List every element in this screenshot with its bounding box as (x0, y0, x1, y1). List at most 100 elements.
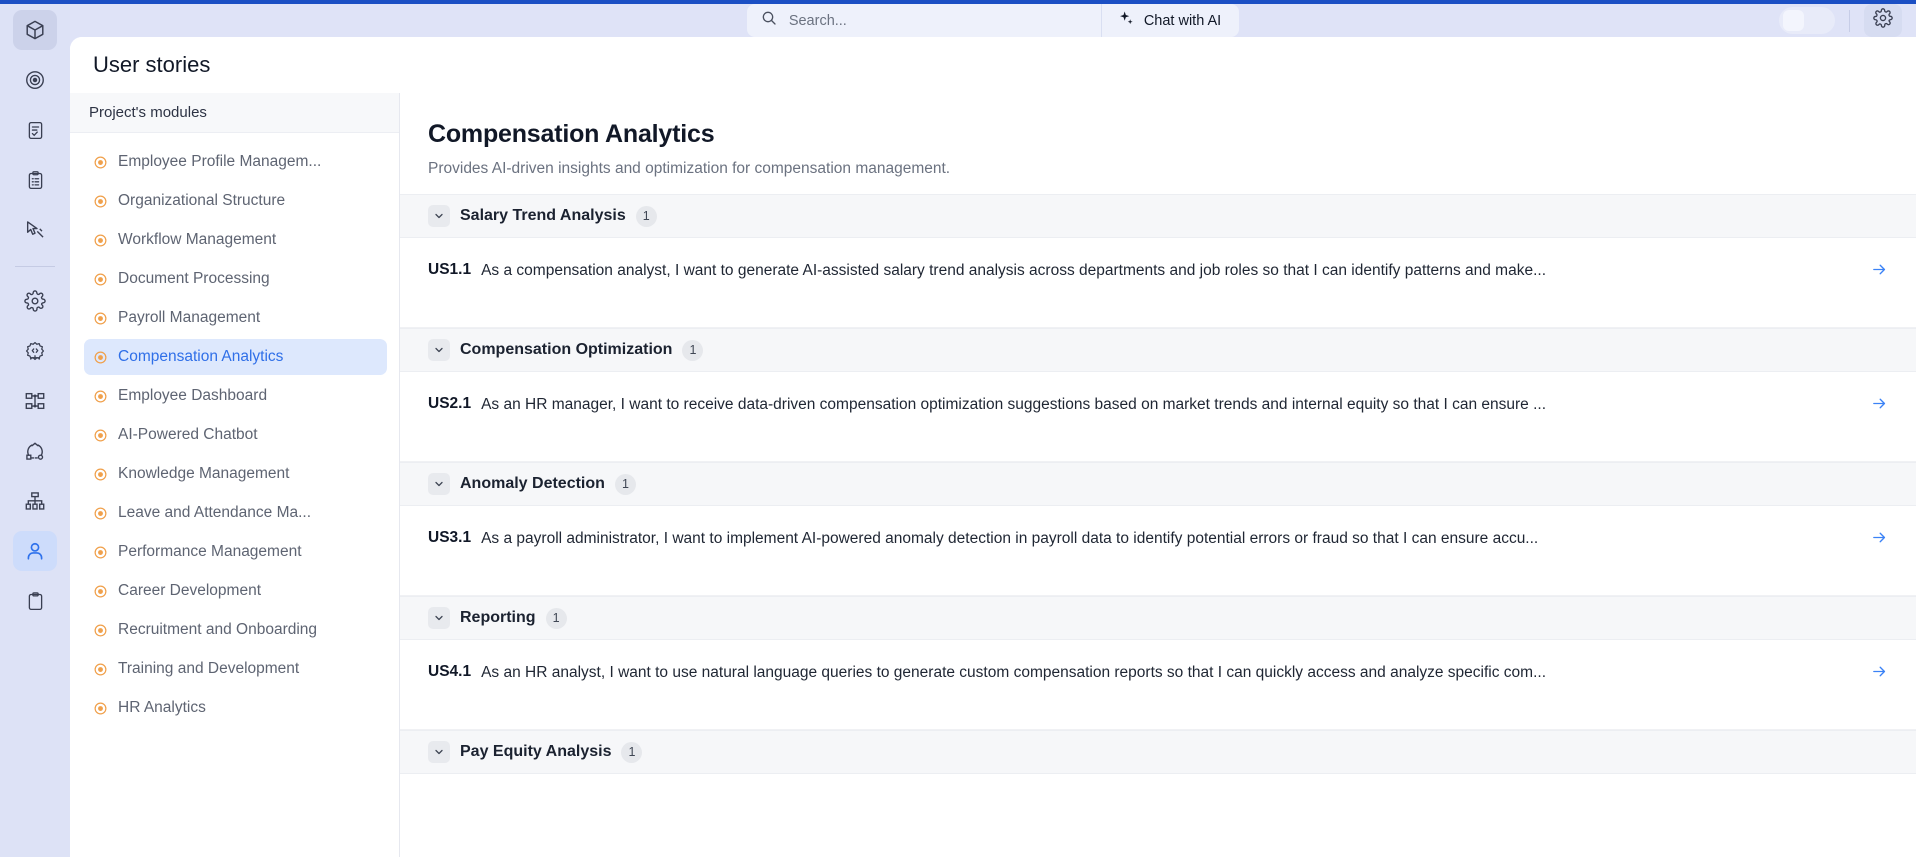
top-accent-strip (0, 0, 1916, 4)
flow-diagram-icon (24, 390, 46, 412)
module-dot-icon (94, 585, 107, 598)
story-id: US4.1 (428, 663, 472, 680)
module-list-item[interactable]: Employee Dashboard (84, 378, 387, 414)
cursor-design-icon (24, 219, 46, 241)
module-dot-icon (94, 429, 107, 442)
theme-toggle[interactable] (1779, 7, 1835, 34)
module-list-item[interactable]: Leave and Attendance Ma... (84, 495, 387, 531)
module-list-item[interactable]: Workflow Management (84, 222, 387, 258)
icon-rail (0, 0, 70, 857)
story-group-header[interactable]: Salary Trend Analysis 1 (400, 194, 1916, 238)
story-group-name: Compensation Optimization (460, 341, 673, 358)
rail-item-clipboard[interactable] (13, 581, 57, 621)
module-dot-icon (94, 351, 107, 364)
module-list-item[interactable]: Performance Management (84, 534, 387, 570)
module-title: Compensation Analytics (428, 120, 715, 148)
module-item-label: Document Processing (118, 270, 270, 287)
rail-item-requirements[interactable] (13, 110, 57, 150)
module-item-label: AI-Powered Chatbot (118, 426, 258, 443)
module-dot-icon (94, 273, 107, 286)
arrow-right-icon[interactable] (1871, 394, 1888, 417)
module-item-label: Compensation Analytics (118, 348, 284, 365)
module-dot-icon (94, 234, 107, 247)
module-dot-icon (94, 663, 107, 676)
story-row[interactable]: US2.1 As an HR manager, I want to receive… (400, 372, 1916, 462)
rail-item-target[interactable] (13, 60, 57, 100)
module-list-item[interactable]: Organizational Structure (84, 183, 387, 219)
story-text: As a compensation analyst, I want to gen… (481, 262, 1546, 279)
chevron-down-icon[interactable] (428, 741, 450, 763)
clipboard-list-icon (25, 170, 46, 191)
module-list-item[interactable]: Recruitment and Onboarding (84, 612, 387, 648)
story-id: US3.1 (428, 529, 472, 546)
module-dot-icon (94, 195, 107, 208)
story-group-name: Salary Trend Analysis (460, 207, 626, 224)
page-title-bar: User stories (70, 37, 1916, 93)
rail-item-settings[interactable] (13, 281, 57, 321)
story-count-badge: 1 (682, 339, 704, 361)
gear-icon (24, 290, 46, 312)
top-bar-right-controls (1779, 4, 1902, 37)
chevron-down-icon[interactable] (428, 607, 450, 629)
module-list-item[interactable]: Payroll Management (84, 300, 387, 336)
story-group-header[interactable]: Compensation Optimization 1 (400, 328, 1916, 372)
chat-with-ai-button[interactable]: Chat with AI (1102, 4, 1239, 37)
module-dot-icon (94, 390, 107, 403)
rail-item-hierarchy[interactable] (13, 481, 57, 521)
hierarchy-icon (24, 490, 46, 512)
search-box[interactable] (747, 4, 1102, 37)
module-dot-icon (94, 546, 107, 559)
story-group-header[interactable]: Pay Equity Analysis 1 (400, 730, 1916, 774)
module-list-item[interactable]: HR Analytics (84, 690, 387, 726)
state-machine-icon (24, 440, 46, 462)
story-group-header[interactable]: Anomaly Detection 1 (400, 462, 1916, 506)
module-item-label: Recruitment and Onboarding (118, 621, 318, 638)
story-group-name: Anomaly Detection (460, 475, 605, 492)
rail-item-design[interactable] (13, 210, 57, 250)
module-dot-icon (94, 312, 107, 325)
modules-list[interactable]: Employee Profile Managem... Organizationa… (70, 133, 399, 857)
module-dot-icon (94, 702, 107, 715)
module-list-item[interactable]: Career Development (84, 573, 387, 609)
story-group-name: Reporting (460, 609, 536, 626)
story-row[interactable]: US1.1 As a compensation analyst, I want t… (400, 238, 1916, 328)
arrow-right-icon[interactable] (1871, 662, 1888, 685)
top-bar: Chat with AI (70, 4, 1916, 37)
story-id: US2.1 (428, 395, 472, 412)
modules-panel: Project's modules Employee Profile Manag… (70, 93, 400, 857)
story-row[interactable]: US3.1 As a payroll administrator, I want … (400, 506, 1916, 596)
rail-item-clipboard-list[interactable] (13, 160, 57, 200)
module-item-label: Knowledge Management (118, 465, 290, 482)
chevron-down-icon[interactable] (428, 473, 450, 495)
modules-panel-header: Project's modules (70, 93, 399, 133)
rail-item-flow-diagram[interactable] (13, 381, 57, 421)
rail-item-user-stories[interactable] (13, 531, 57, 571)
module-list-item[interactable]: Compensation Analytics (84, 339, 387, 375)
rail-item-state-machine[interactable] (13, 431, 57, 471)
stories-pane[interactable]: Compensation Analytics Provides AI-drive… (400, 93, 1916, 857)
module-list-item[interactable]: Knowledge Management (84, 456, 387, 492)
story-row[interactable]: US4.1 As an HR analyst, I want to use nat… (400, 640, 1916, 730)
page-title: User stories (93, 52, 211, 77)
module-list-item[interactable]: Employee Profile Managem... (84, 144, 387, 180)
story-group-header[interactable]: Reporting 1 (400, 596, 1916, 640)
rail-item-code-node[interactable] (13, 331, 57, 371)
module-list-item[interactable]: Training and Development (84, 651, 387, 687)
rail-divider (15, 266, 55, 267)
module-item-label: Workflow Management (118, 231, 277, 248)
chevron-down-icon[interactable] (428, 339, 450, 361)
module-list-item[interactable]: Document Processing (84, 261, 387, 297)
arrow-right-icon[interactable] (1871, 528, 1888, 551)
module-dot-icon (94, 468, 107, 481)
settings-button[interactable] (1864, 4, 1902, 37)
module-list-item[interactable]: AI-Powered Chatbot (84, 417, 387, 453)
module-description: Provides AI-driven insights and optimiza… (428, 160, 951, 177)
rail-item-cube[interactable] (13, 10, 57, 50)
arrow-right-icon[interactable] (1871, 260, 1888, 283)
search-input[interactable] (788, 12, 1087, 29)
story-count-badge: 1 (614, 473, 636, 495)
module-item-label: Career Development (118, 582, 262, 599)
story-count-badge: 1 (545, 607, 567, 629)
chevron-down-icon[interactable] (428, 205, 450, 227)
module-item-label: Training and Development (118, 660, 300, 677)
